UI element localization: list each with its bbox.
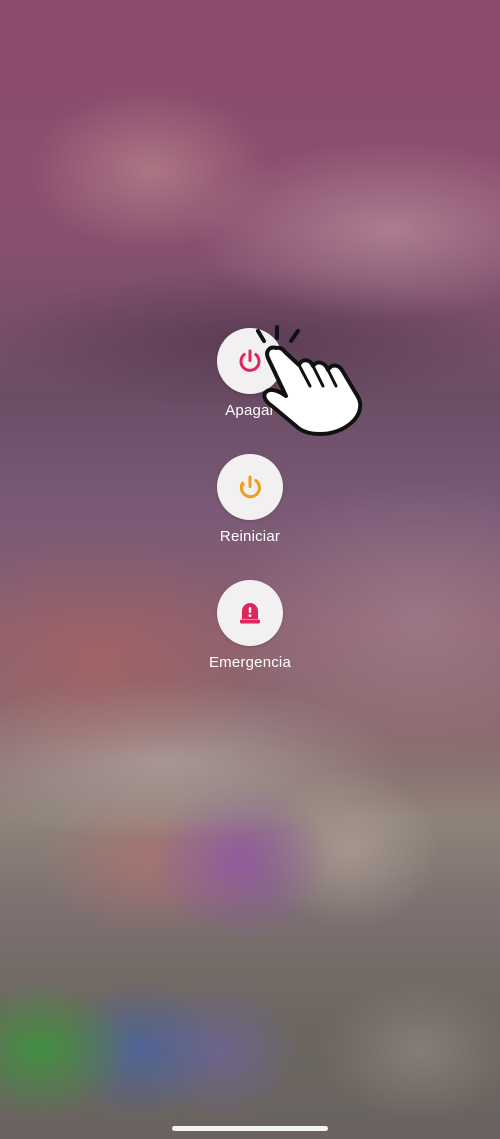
power-off-circle[interactable] [217, 328, 283, 394]
power-menu: Apagar Reiniciar Emergencia [0, 0, 500, 1139]
emergency-button[interactable]: Emergencia [175, 580, 325, 680]
emergency-label: Emergencia [208, 654, 292, 671]
restart-label: Reiniciar [219, 528, 281, 545]
restart-circle[interactable] [217, 454, 283, 520]
power-off-label: Apagar [225, 402, 275, 419]
restart-button[interactable]: Reiniciar [175, 454, 325, 554]
home-indicator[interactable] [172, 1126, 328, 1131]
power-icon [239, 349, 261, 372]
restart-icon [239, 475, 261, 499]
emergency-circle[interactable] [217, 580, 283, 646]
emergency-siren-icon [240, 603, 260, 624]
power-off-button[interactable]: Apagar [175, 328, 325, 428]
